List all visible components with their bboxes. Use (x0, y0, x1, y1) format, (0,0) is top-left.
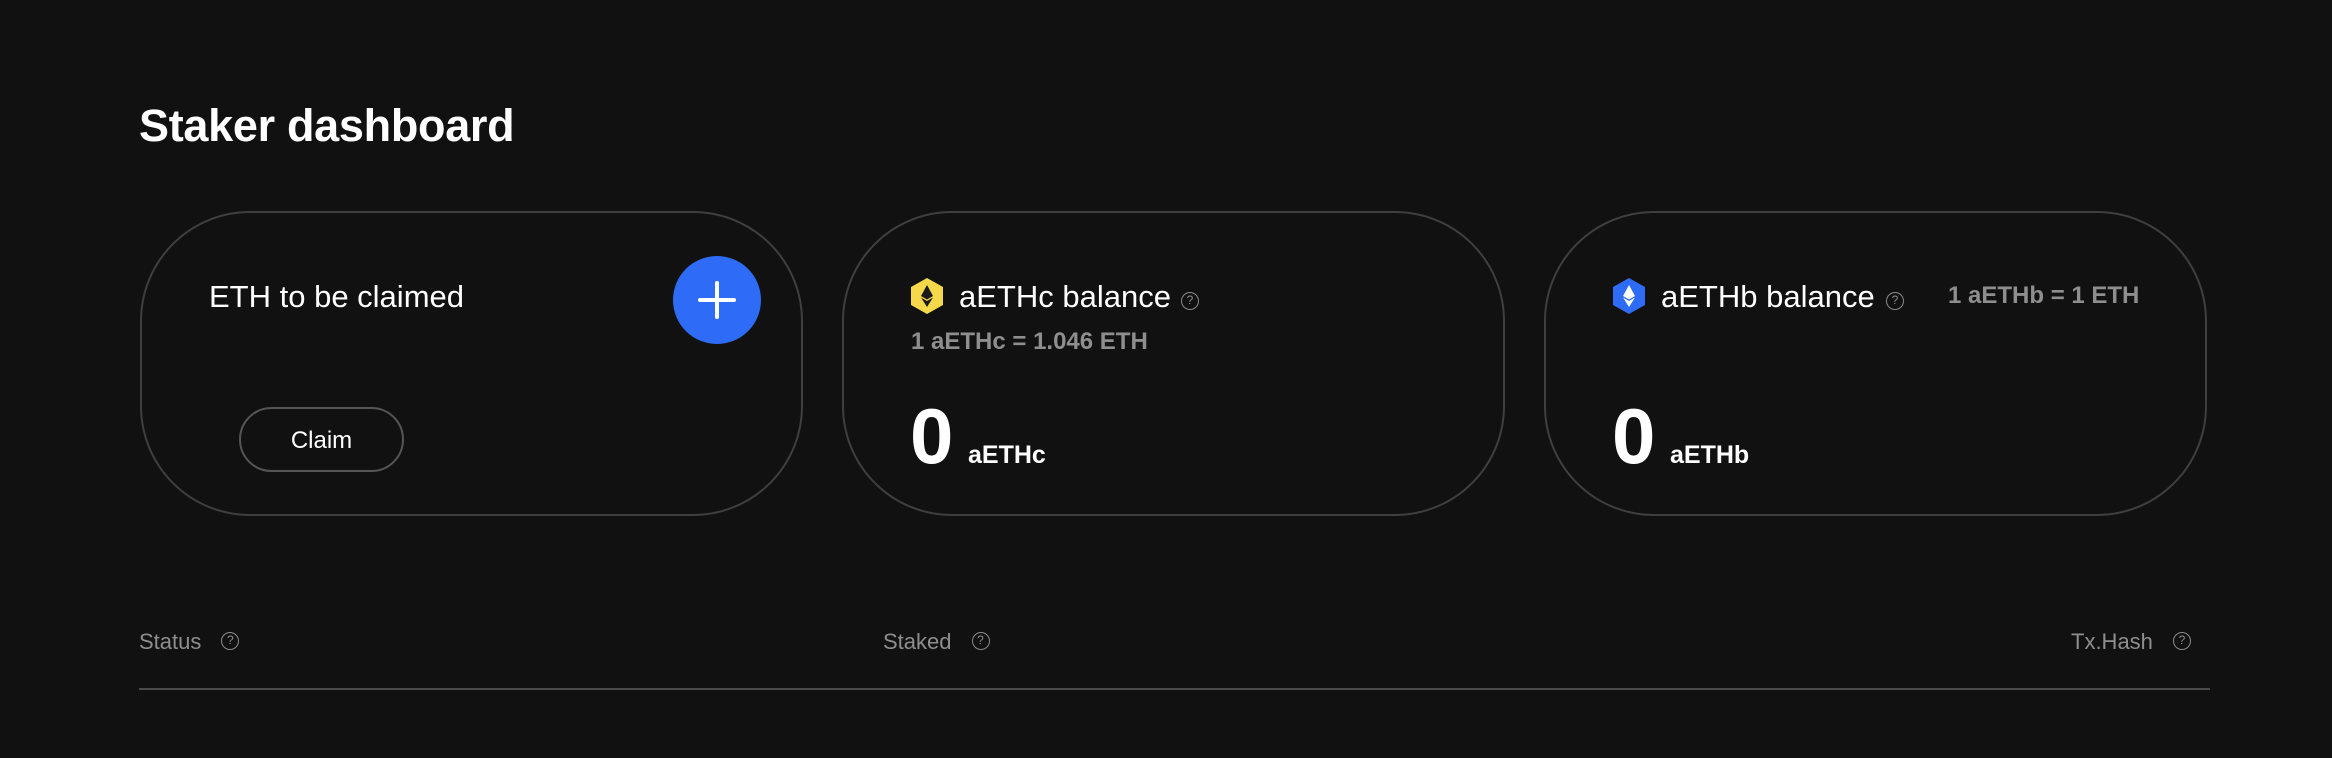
column-staked-label: Staked (883, 629, 952, 654)
tx-hash-help-icon[interactable]: ? (2172, 632, 2191, 651)
column-tx-hash: Tx.Hash? (2071, 628, 2191, 656)
aethc-balance-amount: 0 (910, 392, 954, 480)
aethc-help-icon[interactable]: ? (1181, 292, 1199, 310)
column-staked: Staked? (883, 628, 990, 656)
aethc-exchange-rate: 1 aETHc = 1.046 ETH (911, 328, 1148, 355)
history-table-header: Status? Staked? Tx.Hash? (139, 620, 2210, 690)
aethc-balance-card: aETHc balance ? 1 aETHc = 1.046 ETH 0 aE… (842, 211, 1505, 516)
column-status-label: Status (139, 629, 202, 654)
aethc-balance-unit: aETHc (968, 441, 1046, 469)
column-status: Status? (139, 628, 240, 656)
aethb-help-icon[interactable]: ? (1886, 292, 1904, 310)
aethb-balance-title: aETHb balance (1661, 279, 1875, 314)
add-stake-button[interactable] (673, 256, 761, 344)
aethc-balance-title: aETHc balance (959, 279, 1171, 314)
aethb-balance-amount: 0 (1612, 392, 1656, 480)
eth-to-be-claimed-card: ETH to be claimed Claim (140, 211, 803, 516)
aethb-balance-unit: aETHb (1670, 441, 1750, 469)
staker-dashboard-page: Staker dashboard ETH to be claimed Claim… (0, 0, 2332, 758)
aethb-token-icon (1613, 278, 1645, 314)
status-help-icon[interactable]: ? (221, 632, 240, 651)
page-title: Staker dashboard (139, 100, 515, 151)
eth-to-be-claimed-title: ETH to be claimed (209, 279, 464, 314)
column-tx-hash-label: Tx.Hash (2071, 629, 2153, 654)
aethb-exchange-rate: 1 aETHb = 1 ETH (1948, 282, 2140, 309)
staked-help-icon[interactable]: ? (971, 632, 990, 651)
aethb-balance-card: aETHb balance ? 1 aETHb = 1 ETH 0 aETHb (1544, 211, 2207, 516)
aethc-token-icon (911, 278, 943, 314)
claim-button[interactable]: Claim (239, 407, 404, 472)
